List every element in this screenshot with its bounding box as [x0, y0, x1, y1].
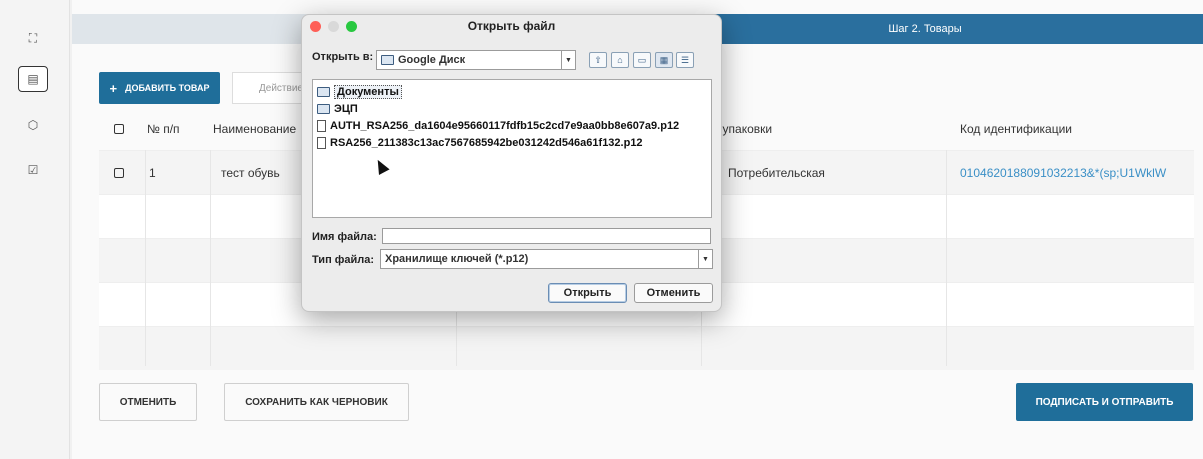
select-all-checkbox[interactable] [114, 124, 124, 134]
row-checkbox[interactable] [114, 167, 124, 178]
folder-icon [317, 86, 330, 97]
file-name: ЭЦП [334, 102, 358, 115]
header-num: № п/п [147, 122, 180, 136]
file-name: AUTH_RSA256_da1604e95660117fdfb15c2cd7e9… [330, 119, 680, 132]
step-2-tab[interactable]: Шаг 2. Товары [647, 14, 1203, 44]
left-nav-rail: ⛶ ▤ ⬡ ☑ [0, 0, 70, 459]
dialog-cancel-button[interactable]: Отменить [634, 283, 713, 303]
minimize-window-button[interactable] [328, 21, 339, 32]
sign-and-send-label: ПОДПИСАТЬ И ОТПРАВИТЬ [1035, 396, 1174, 408]
save-draft-button[interactable]: СОХРАНИТЬ КАК ЧЕРНОВИК [224, 383, 409, 421]
file-type-value: Хранилище ключей (*.p12) [385, 253, 529, 265]
dialog-titlebar: Открыть файл [302, 15, 721, 37]
plus-icon: + [109, 80, 118, 96]
add-product-label: ДОБАВИТЬ ТОВАР [125, 83, 210, 93]
list-item[interactable]: ЭЦП [315, 100, 709, 117]
chevron-down-icon: ▼ [561, 51, 575, 69]
empty-row [99, 326, 1194, 370]
chevron-down-icon: ▼ [698, 250, 712, 268]
document-glyph: ▤ [27, 72, 39, 86]
dialog-cancel-label: Отменить [646, 287, 701, 299]
zoom-window-button[interactable] [346, 21, 357, 32]
file-list: Документы ЭЦП AUTH_RSA256_da1604e9566011… [312, 79, 712, 218]
new-folder-icon[interactable]: ▭ [633, 52, 651, 68]
open-label: Открыть [563, 287, 612, 299]
close-window-button[interactable] [310, 21, 321, 32]
row-code[interactable]: 0104620188091032213&*(sp;U1WklW [944, 166, 1194, 180]
expand-icon[interactable]: ⛶ [18, 25, 48, 51]
row-num: 1 [149, 165, 156, 180]
folder-icon [317, 103, 330, 114]
list-item[interactable]: RSA256_211383c13ac7567685942be031242d546… [315, 134, 709, 151]
file-name-label: Имя файла: [312, 231, 377, 243]
sign-and-send-button[interactable]: ПОДПИСАТЬ И ОТПРАВИТЬ [1016, 383, 1193, 421]
step-2-label: Шаг 2. Товары [888, 23, 962, 35]
file-name: Документы [334, 84, 402, 99]
cancel-label: ОТМЕНИТЬ [119, 396, 177, 408]
column-divider [946, 150, 947, 366]
header-code: Код идентификации [960, 122, 1072, 136]
file-type-label: Тип файла: [312, 254, 375, 266]
file-icon [317, 119, 326, 132]
list-item[interactable]: AUTH_RSA256_da1604e95660117fdfb15c2cd7e9… [315, 117, 709, 134]
list-item[interactable]: Документы [315, 83, 709, 100]
box-glyph: ⬡ [27, 118, 39, 132]
folder-icon [381, 55, 394, 65]
column-divider [145, 150, 146, 366]
dialog-title: Открыть файл [467, 19, 556, 33]
add-product-button[interactable]: + ДОБАВИТЬ ТОВАР [99, 72, 220, 104]
row-pack: Потребительская [728, 165, 825, 180]
save-draft-label: СОХРАНИТЬ КАК ЧЕРНОВИК [245, 396, 388, 408]
file-name: RSA256_211383c13ac7567685942be031242d546… [330, 136, 643, 149]
look-in-label: Открыть в: [312, 51, 374, 63]
file-name-input[interactable] [382, 228, 711, 244]
action-placeholder: Действие [259, 82, 303, 94]
file-type-select[interactable]: Хранилище ключей (*.p12) ▼ [380, 249, 713, 269]
look-in-value: Google Диск [398, 54, 466, 66]
expand-glyph: ⛶ [28, 30, 38, 45]
home-folder-icon[interactable]: ⌂ [611, 52, 629, 68]
list-view-icon[interactable]: ▦ [655, 52, 673, 68]
up-folder-icon[interactable]: ⇧ [589, 52, 607, 68]
checklist-glyph: ☑ [27, 163, 39, 177]
open-button[interactable]: Открыть [548, 283, 627, 303]
document-icon[interactable]: ▤ [18, 66, 48, 92]
column-divider [210, 150, 211, 366]
file-icon [317, 136, 326, 149]
action-select[interactable]: Действие [232, 72, 312, 104]
checklist-icon[interactable]: ☑ [18, 157, 48, 183]
header-pack: ип упаковки [706, 122, 773, 136]
cancel-button[interactable]: ОТМЕНИТЬ [99, 383, 197, 421]
box-icon[interactable]: ⬡ [18, 112, 48, 138]
look-in-select[interactable]: Google Диск ▼ [376, 50, 576, 70]
open-file-dialog: Открыть файл Открыть в: Google Диск ▼ ⇧ … [301, 14, 722, 312]
details-view-icon[interactable]: ☰ [676, 52, 694, 68]
